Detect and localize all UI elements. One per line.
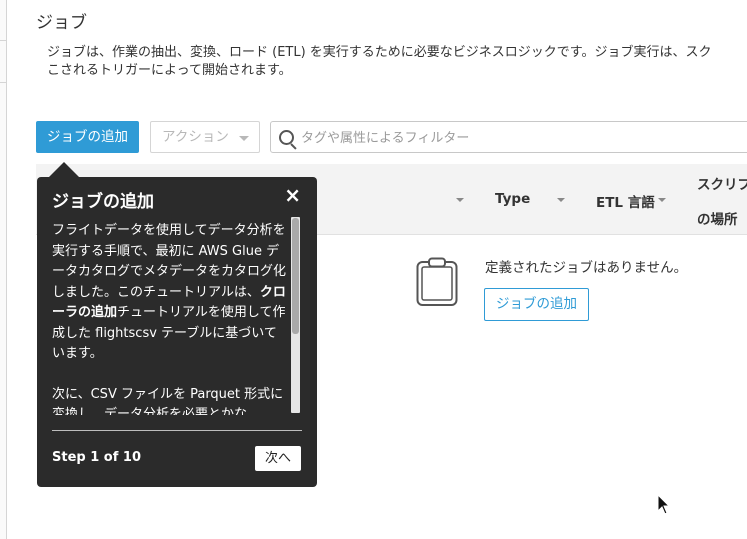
popover-title: ジョブの追加: [52, 192, 154, 212]
mouse-cursor-icon: [657, 494, 671, 515]
popover-scrollbar[interactable]: [291, 217, 300, 413]
description-line: ジョブは、作業の抽出、変換、ロード (ETL) を実行するために必要なビジネスロ…: [47, 45, 712, 60]
tutorial-popover: ジョブの追加 × フライトデータを使用してデータ分析を実行する手順で、最初に A…: [37, 177, 317, 487]
action-dropdown-label: アクション: [162, 129, 229, 145]
step-indicator: Step 1 of 10: [52, 450, 142, 465]
action-dropdown[interactable]: アクション: [150, 121, 260, 153]
sort-caret-icon[interactable]: [557, 198, 565, 202]
popover-body: フライトデータを使用してデータ分析を実行する手順で、最初に AWS Glue デ…: [52, 221, 288, 415]
page-description: ジョブは、作業の抽出、変換、ロード (ETL) を実行するために必要なビジネスロ…: [47, 44, 747, 80]
left-rail: [0, 0, 7, 539]
popover-arrow: [49, 162, 79, 177]
filter-box[interactable]: [270, 121, 747, 154]
next-button[interactable]: 次へ: [254, 446, 301, 471]
left-rail-divider: [0, 82, 6, 83]
column-header-script-location-line2: の場所: [697, 212, 738, 228]
description-line: こされるトリガーによって開始されます。: [47, 63, 292, 78]
left-rail-divider: [0, 0, 6, 41]
popover-paragraph: フライトデータを使用してデータ分析を実行する手順で、最初に AWS Glue デ…: [52, 223, 287, 361]
filter-input[interactable]: [299, 122, 743, 154]
page-title: ジョブ: [36, 13, 87, 33]
sort-caret-icon[interactable]: [658, 198, 666, 202]
popover-divider: [52, 430, 302, 431]
column-header-etl-language[interactable]: ETL 言語: [596, 191, 655, 211]
scrollbar-thumb[interactable]: [292, 218, 299, 334]
search-icon: [279, 130, 294, 145]
sort-caret-icon[interactable]: [456, 198, 464, 202]
add-job-button-secondary[interactable]: ジョブの追加: [484, 288, 589, 321]
popover-paragraph: 次に、CSV ファイルを Parquet 形式に変換し、データ分析を必要とかな: [52, 386, 284, 416]
clipboard-icon: [416, 257, 458, 306]
chevron-down-icon: [239, 136, 249, 141]
column-header-type[interactable]: Type: [495, 191, 530, 207]
empty-state-message: 定義されたジョブはありません。: [485, 260, 688, 276]
close-icon[interactable]: ×: [284, 185, 301, 205]
column-header-script-location[interactable]: スクリプ: [697, 173, 747, 193]
add-job-button[interactable]: ジョブの追加: [36, 121, 139, 153]
